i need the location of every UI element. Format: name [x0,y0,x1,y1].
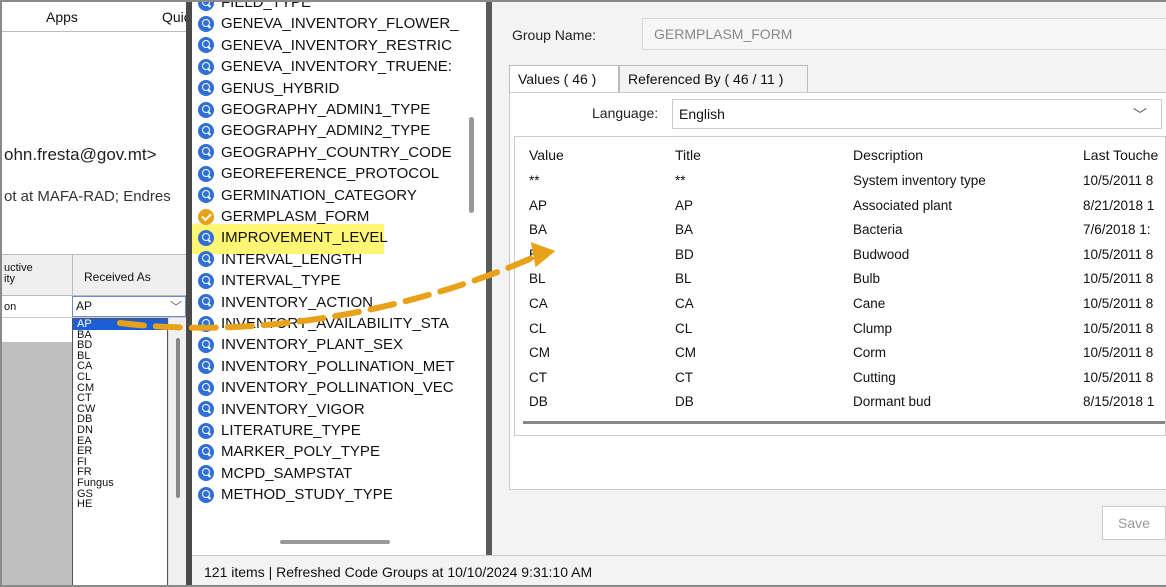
annotation-arrow [117,242,556,331]
